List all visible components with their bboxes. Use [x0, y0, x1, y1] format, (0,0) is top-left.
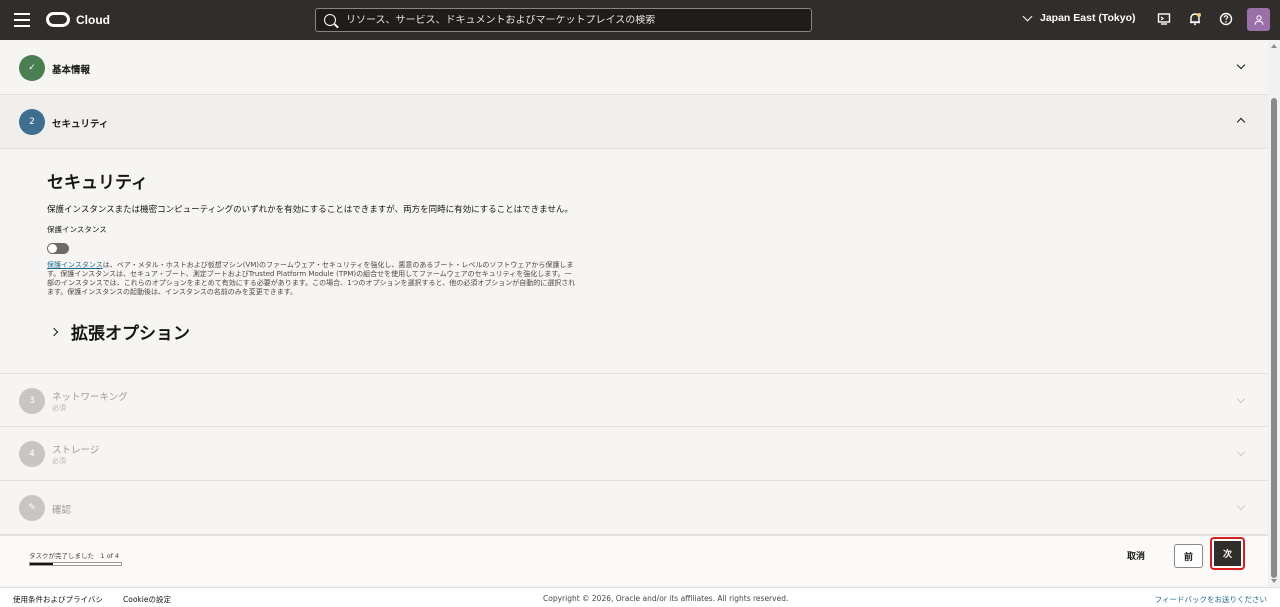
advanced-options-toggle[interactable]: 拡張オプション — [49, 319, 190, 344]
step-security[interactable]: 2 セキュリティ — [0, 95, 1268, 149]
step-title: セキュリティ — [52, 119, 109, 130]
page-footer: 使用条件およびプライバシ Cookieの設定 Copyright © 2026,… — [0, 587, 1280, 607]
cloud-shell-icon[interactable] — [1156, 12, 1172, 28]
shielded-instance-link[interactable]: 保護インスタンス — [47, 261, 103, 269]
search-input[interactable] — [346, 14, 786, 26]
step-title: ストレージ — [52, 445, 100, 456]
cookie-settings-link[interactable]: Cookieの設定 — [123, 594, 171, 605]
oracle-cloud-logo[interactable]: Cloud — [46, 12, 110, 27]
shielded-instance-help: 保護インスタンスは、ベア・メタル・ホストおよび仮想マシン(VM)のファームウェア… — [47, 261, 577, 297]
chevron-right-icon — [49, 327, 59, 336]
chevron-down-icon — [1236, 60, 1246, 70]
section-heading: セキュリティ — [47, 173, 148, 193]
progress-fill — [30, 563, 53, 565]
chevron-down-icon — [1022, 11, 1033, 21]
progress-bar — [29, 562, 122, 566]
vertical-scrollbar[interactable] — [1268, 40, 1280, 587]
copyright-text: Copyright © 2026, Oracle and/or its affi… — [543, 594, 789, 603]
section-description: 保護インスタンスまたは機密コンピューティングのいずれかを有効にすることはできます… — [47, 205, 573, 215]
step-number: 3 — [19, 388, 45, 414]
step-number: 2 — [19, 109, 45, 135]
step-title: 基本情報 — [52, 65, 91, 76]
step-basic-info[interactable]: ✓ 基本情報 — [0, 40, 1268, 95]
chevron-down-icon — [1236, 447, 1246, 457]
user-avatar[interactable] — [1247, 8, 1270, 31]
brand-label: Cloud — [76, 12, 110, 27]
scroll-up-arrow-icon[interactable] — [1271, 44, 1277, 48]
step-networking[interactable]: 3 ネットワーキング 必須 — [0, 373, 1268, 427]
scroll-down-arrow-icon[interactable] — [1271, 579, 1277, 583]
help-text: は、ベア・メタル・ホストおよび仮想マシン(VM)のファームウェア・セキュリティを… — [47, 261, 576, 296]
step-required-label: 必須 — [52, 404, 66, 412]
hamburger-menu-icon[interactable] — [14, 13, 30, 27]
feedback-link[interactable]: フィードバックをお送りください — [1155, 594, 1267, 605]
step-storage[interactable]: 4 ストレージ 必須 — [0, 427, 1268, 481]
step-required-label: 必須 — [52, 457, 66, 465]
step-review[interactable]: ✎ 確認 — [0, 481, 1268, 535]
terms-privacy-link[interactable]: 使用条件およびプライバシ — [13, 594, 103, 605]
next-button[interactable]: 次 — [1210, 537, 1245, 570]
top-navigation-bar: Cloud Japan East (Tokyo) — [0, 0, 1280, 40]
shielded-instance-label: 保護インスタンス — [47, 225, 107, 234]
edit-pencil-icon: ✎ — [19, 495, 45, 521]
shielded-instance-toggle[interactable] — [47, 243, 69, 254]
chevron-down-icon — [1236, 394, 1246, 404]
oracle-logo-icon — [46, 12, 70, 27]
security-section: セキュリティ 保護インスタンスまたは機密コンピューティングのいずれかを有効にする… — [47, 168, 607, 297]
cancel-button[interactable]: 取消 — [1127, 549, 1145, 562]
step-title: ネットワーキング — [52, 392, 128, 403]
step-title: 確認 — [52, 505, 72, 516]
scrollbar-thumb[interactable] — [1271, 98, 1277, 578]
region-selector[interactable]: Japan East (Tokyo) — [1022, 11, 1136, 24]
advanced-options-label: 拡張オプション — [71, 324, 190, 344]
chevron-up-icon — [1236, 117, 1246, 127]
step-complete-check-icon: ✓ — [19, 55, 45, 81]
wizard-action-bar: タスクが完了しました 1 of 4 取消 前 次 — [0, 535, 1268, 585]
chevron-down-icon — [1236, 501, 1246, 511]
search-box[interactable] — [315, 8, 812, 32]
step-number: 4 — [19, 441, 45, 467]
wizard-panel: ✓ 基本情報 2 セキュリティ セキュリティ 保護インスタンスまたは機密コンピュ… — [0, 40, 1268, 587]
progress-label: タスクが完了しました 1 of 4 — [29, 552, 120, 560]
user-icon — [1254, 14, 1263, 25]
toggle-knob — [48, 244, 57, 253]
region-label: Japan East (Tokyo) — [1040, 12, 1136, 24]
search-icon — [324, 14, 336, 26]
help-icon[interactable] — [1218, 12, 1234, 28]
notification-bell-icon[interactable] — [1187, 12, 1203, 28]
previous-button[interactable]: 前 — [1174, 544, 1203, 568]
